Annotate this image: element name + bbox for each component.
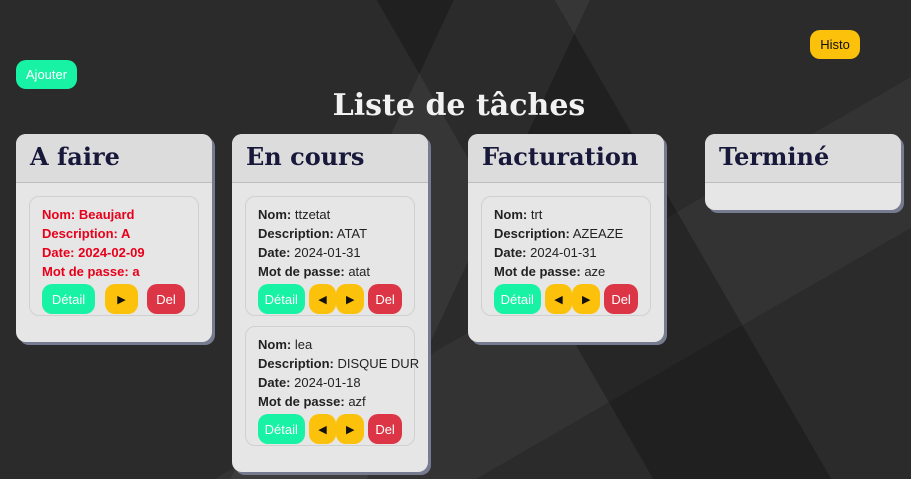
- histo-button[interactable]: Histo: [810, 30, 860, 59]
- play-left-icon: ◀: [318, 292, 327, 306]
- column-header: Terminé: [705, 134, 901, 183]
- task-description: Description: A: [42, 226, 131, 241]
- column-termine: Terminé: [705, 134, 901, 210]
- move-next-button[interactable]: ▶: [336, 414, 365, 444]
- delete-button[interactable]: Del: [604, 284, 639, 314]
- task-password: Mot de passe: atat: [258, 264, 370, 279]
- detail-button[interactable]: Détail: [258, 284, 305, 314]
- delete-button[interactable]: Del: [147, 284, 185, 314]
- task-date: Date: 2024-01-18: [258, 375, 361, 390]
- column-title: Facturation: [482, 142, 639, 171]
- column-en-cours: En cours Nom: ttzetat Description: ATAT …: [232, 134, 428, 472]
- task-description: Description: DISQUE DUR: [258, 356, 420, 371]
- task-name: Nom: Beaujard: [42, 207, 135, 222]
- column-header: En cours: [232, 134, 428, 183]
- task-date: Date: 2024-02-09: [42, 245, 145, 260]
- play-right-icon: ▶: [581, 292, 591, 306]
- column-title: En cours: [246, 142, 365, 171]
- task-password: Mot de passe: aze: [494, 264, 606, 279]
- delete-button[interactable]: Del: [368, 414, 403, 444]
- task-actions: Détail ◀ ▶ Del: [258, 284, 403, 314]
- task-actions: Détail ▶ Del: [42, 284, 186, 314]
- move-next-button[interactable]: ▶: [336, 284, 365, 314]
- task-name: Nom: ttzetat: [258, 207, 331, 222]
- task-date: Date: 2024-01-31: [494, 245, 597, 260]
- column-header: A faire: [16, 134, 212, 183]
- task-name: Nom: trt: [494, 207, 543, 222]
- detail-button[interactable]: Détail: [258, 414, 305, 444]
- task-actions: Détail ◀ ▶ Del: [258, 414, 403, 444]
- task-description: Description: ATAT: [258, 226, 368, 241]
- task-name: Nom: lea: [258, 337, 313, 352]
- play-left-icon: ◀: [318, 422, 327, 436]
- detail-button[interactable]: Détail: [42, 284, 95, 314]
- detail-button[interactable]: Détail: [494, 284, 541, 314]
- column-a-faire: A faire Nom: Beaujard Description: A Dat…: [16, 134, 212, 342]
- move-prev-button[interactable]: ◀: [544, 284, 573, 314]
- column-title: A faire: [30, 142, 120, 171]
- move-next-button[interactable]: ▶: [572, 284, 601, 314]
- task-date: Date: 2024-01-31: [258, 245, 361, 260]
- move-prev-button[interactable]: ◀: [308, 414, 337, 444]
- play-right-icon: ▶: [117, 292, 126, 306]
- move-prev-button[interactable]: ◀: [308, 284, 337, 314]
- task-password: Mot de passe: a: [42, 264, 140, 279]
- task-card: Nom: lea Description: DISQUE DUR Date: 2…: [245, 326, 420, 446]
- play-left-icon: ◀: [554, 292, 563, 306]
- column-title: Terminé: [719, 142, 830, 171]
- move-next-button[interactable]: ▶: [105, 284, 138, 314]
- task-card: Nom: ttzetat Description: ATAT Date: 202…: [245, 196, 415, 316]
- task-password: Mot de passe: azf: [258, 394, 366, 409]
- play-right-icon: ▶: [345, 292, 355, 306]
- task-card: Nom: Beaujard Description: A Date: 2024-…: [29, 196, 199, 316]
- page-title: Liste de tâches: [332, 88, 586, 123]
- column-header: Facturation: [468, 134, 664, 183]
- column-facturation: Facturation Nom: trt Description: AZEAZE…: [468, 134, 664, 342]
- play-right-icon: ▶: [345, 422, 355, 436]
- add-task-button[interactable]: Ajouter: [16, 60, 77, 89]
- task-actions: Détail ◀ ▶ Del: [494, 284, 639, 314]
- task-description: Description: AZEAZE: [494, 226, 624, 241]
- task-card: Nom: trt Description: AZEAZE Date: 2024-…: [481, 196, 651, 316]
- delete-button[interactable]: Del: [368, 284, 403, 314]
